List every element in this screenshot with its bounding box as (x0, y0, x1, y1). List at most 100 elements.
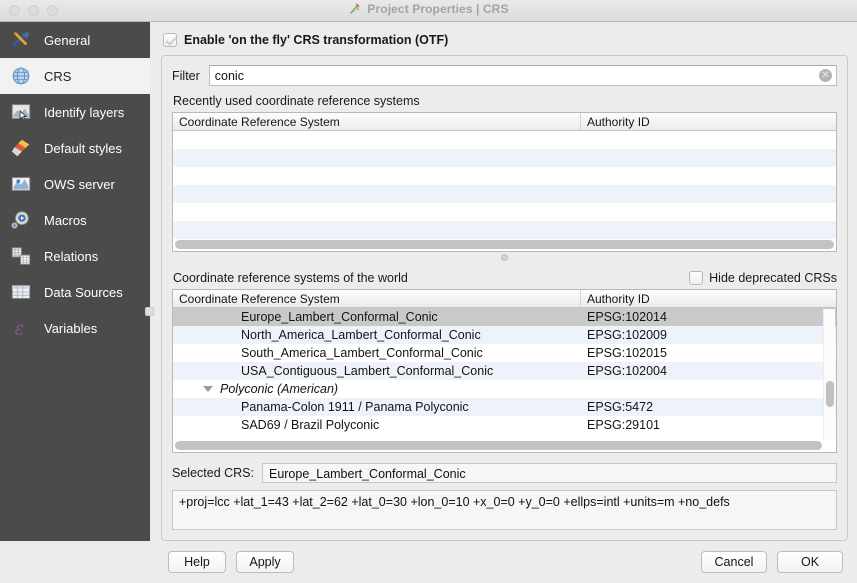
horizontal-scrollbar[interactable] (175, 240, 834, 249)
otf-checkbox-label: Enable 'on the fly' CRS transformation (… (184, 33, 448, 47)
filter-label: Filter (172, 69, 200, 83)
table-row[interactable] (173, 203, 836, 221)
table-row[interactable]: SAD69 / Brazil Polyconic EPSG:29101 (173, 416, 836, 434)
cell-authority-id: EPSG:5472 (581, 400, 836, 414)
crs-panel: Enable 'on the fly' CRS transformation (… (150, 22, 857, 541)
variables-icon: ε (9, 316, 33, 340)
pane-splitter-handle[interactable] (501, 254, 508, 261)
help-button[interactable]: Help (168, 551, 226, 573)
clear-icon[interactable]: ✕ (819, 69, 832, 82)
window-title-text: Project Properties | CRS (367, 2, 508, 16)
sidebar-item-relations[interactable]: Relations (0, 238, 150, 274)
cell-crs-name: South_America_Lambert_Conformal_Conic (173, 346, 581, 360)
window-title: Project Properties | CRS (0, 2, 857, 19)
table-row[interactable] (173, 221, 836, 239)
title-bar: Project Properties | CRS (0, 0, 857, 22)
table-row[interactable]: Panama-Colon 1911 / Panama Polyconic EPS… (173, 398, 836, 416)
table-row[interactable] (173, 167, 836, 185)
hide-deprecated-checkbox[interactable] (689, 271, 703, 285)
sidebar-item-label: Data Sources (44, 285, 123, 300)
selected-crs-label: Selected CRS: (172, 466, 254, 480)
cell-authority-id: EPSG:102004 (581, 364, 836, 378)
sidebar-item-label: Variables (44, 321, 97, 336)
table-row[interactable]: Europe_Lambert_Conformal_Conic EPSG:1020… (173, 308, 836, 326)
tools-icon (9, 28, 33, 52)
sidebar-item-ows-server[interactable]: OWS server (0, 166, 150, 202)
dialog-footer: Help Apply Cancel OK (0, 541, 857, 583)
gear-play-icon (9, 208, 33, 232)
column-header-crs[interactable]: Coordinate Reference System (173, 290, 581, 307)
sidebar-item-macros[interactable]: Macros (0, 202, 150, 238)
proj-string-box: +proj=lcc +lat_1=43 +lat_2=62 +lat_0=30 … (172, 490, 837, 530)
qgis-icon (348, 2, 362, 16)
cell-authority-id: EPSG:102009 (581, 328, 836, 342)
recently-used-label: Recently used coordinate reference syste… (173, 94, 837, 108)
table-header: Coordinate Reference System Authority ID (173, 290, 836, 308)
pane-splitter[interactable] (172, 252, 837, 263)
sidebar-item-label: CRS (44, 69, 71, 84)
cell-crs-name: Europe_Lambert_Conformal_Conic (173, 310, 581, 324)
sidebar: General CRS (0, 22, 150, 541)
identify-icon (9, 100, 33, 124)
sidebar-item-data-sources[interactable]: Data Sources (0, 274, 150, 310)
table-row[interactable] (173, 131, 836, 149)
paintbrush-icon (9, 136, 33, 160)
world-section-row: Coordinate reference systems of the worl… (173, 271, 837, 285)
otf-checkbox[interactable] (163, 33, 177, 47)
sidebar-item-label: Identify layers (44, 105, 124, 120)
minimize-button[interactable] (28, 5, 39, 16)
sidebar-item-default-styles[interactable]: Default styles (0, 130, 150, 166)
sidebar-item-label: Macros (44, 213, 87, 228)
apply-button[interactable]: Apply (236, 551, 294, 573)
window-controls (0, 5, 58, 16)
table-icon (9, 280, 33, 304)
svg-text:ε: ε (15, 319, 24, 339)
project-properties-dialog: Project Properties | CRS General (0, 0, 857, 583)
filter-input-wrap: ✕ (209, 65, 837, 86)
otf-checkbox-row[interactable]: Enable 'on the fly' CRS transformation (… (161, 29, 848, 51)
selected-crs-row: Selected CRS: Europe_Lambert_Conformal_C… (172, 463, 837, 483)
sidebar-splitter-handle[interactable] (145, 307, 154, 316)
crs-group-box: Filter ✕ Recently used coordinate refere… (161, 55, 848, 541)
table-row[interactable] (173, 185, 836, 203)
sidebar-item-label: General (44, 33, 90, 48)
table-body (173, 131, 836, 251)
group-label: Polyconic (American) (220, 382, 338, 396)
column-header-crs[interactable]: Coordinate Reference System (173, 113, 581, 130)
hide-deprecated-row[interactable]: Hide deprecated CRSs (689, 271, 837, 285)
column-header-authority[interactable]: Authority ID (581, 290, 836, 307)
table-row[interactable]: South_America_Lambert_Conformal_Conic EP… (173, 344, 836, 362)
cell-authority-id: EPSG:29101 (581, 418, 836, 432)
vertical-scrollbar-thumb[interactable] (826, 381, 834, 407)
cancel-button[interactable]: Cancel (701, 551, 767, 573)
sidebar-item-label: OWS server (44, 177, 115, 192)
cell-crs-name: SAD69 / Brazil Polyconic (173, 418, 581, 432)
world-crs-table[interactable]: Coordinate Reference System Authority ID… (172, 289, 837, 453)
hide-deprecated-label: Hide deprecated CRSs (709, 271, 837, 285)
sidebar-item-crs[interactable]: CRS (0, 58, 150, 94)
recently-used-table[interactable]: Coordinate Reference System Authority ID (172, 112, 837, 252)
chevron-down-icon[interactable] (203, 386, 213, 392)
sidebar-item-label: Default styles (44, 141, 122, 156)
cell-crs-name: Panama-Colon 1911 / Panama Polyconic (173, 400, 581, 414)
ok-button[interactable]: OK (777, 551, 843, 573)
table-row[interactable]: USA_Contiguous_Lambert_Conformal_Conic E… (173, 362, 836, 380)
sidebar-item-variables[interactable]: ε Variables (0, 310, 150, 346)
table-row[interactable]: North_America_Lambert_Conformal_Conic EP… (173, 326, 836, 344)
selected-crs-value: Europe_Lambert_Conformal_Conic (262, 463, 837, 483)
table-row[interactable] (173, 149, 836, 167)
table-row-group[interactable]: Polyconic (American) (173, 380, 836, 398)
dialog-body: General CRS (0, 22, 857, 541)
sidebar-item-identify-layers[interactable]: Identify layers (0, 94, 150, 130)
table-header: Coordinate Reference System Authority ID (173, 113, 836, 131)
horizontal-scrollbar[interactable] (175, 441, 822, 450)
sidebar-item-label: Relations (44, 249, 98, 264)
column-header-authority[interactable]: Authority ID (581, 113, 836, 130)
vertical-scrollbar[interactable] (823, 309, 835, 440)
zoom-button[interactable] (47, 5, 58, 16)
close-button[interactable] (9, 5, 20, 16)
sidebar-item-general[interactable]: General (0, 22, 150, 58)
filter-input[interactable] (209, 65, 837, 86)
filter-row: Filter ✕ (172, 65, 837, 86)
world-crs-label: Coordinate reference systems of the worl… (173, 271, 408, 285)
